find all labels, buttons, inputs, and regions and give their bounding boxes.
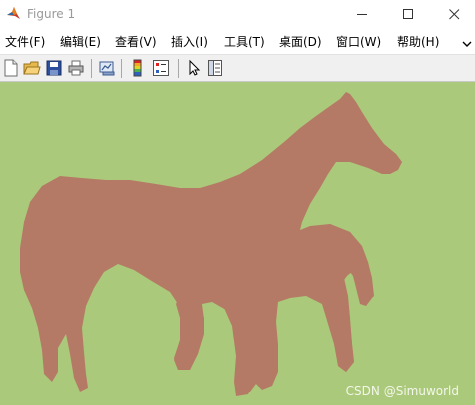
property-inspector-icon[interactable]	[206, 59, 224, 77]
open-file-icon[interactable]	[23, 59, 41, 77]
menu-insert[interactable]: 插入(I)	[171, 34, 208, 50]
menu-window[interactable]: 窗口(W)	[336, 34, 381, 50]
toolbar-separator	[121, 59, 122, 78]
title-bar[interactable]: Figure 1	[0, 0, 475, 28]
link-plot-icon[interactable]	[98, 59, 116, 77]
insert-colorbar-icon[interactable]	[129, 59, 147, 77]
figure-canvas[interactable]: CSDN @Simuworld	[0, 82, 475, 405]
maximize-button[interactable]	[385, 0, 431, 28]
matlab-logo-icon	[6, 6, 21, 21]
toolbar-separator	[178, 59, 179, 78]
close-button[interactable]	[431, 0, 475, 28]
figure-toolbar	[0, 54, 475, 82]
close-icon	[448, 8, 460, 20]
minimize-icon	[356, 9, 368, 20]
new-figure-icon[interactable]	[2, 59, 20, 77]
menu-edit[interactable]: 编辑(E)	[60, 34, 101, 50]
print-icon[interactable]	[67, 59, 85, 77]
menu-tools[interactable]: 工具(T)	[224, 34, 265, 50]
edit-plot-pointer-icon[interactable]	[185, 59, 203, 77]
toolbar-separator	[91, 59, 92, 78]
maximize-icon	[402, 8, 414, 20]
menu-file[interactable]: 文件(F)	[5, 34, 45, 50]
minimize-button[interactable]	[339, 0, 385, 28]
watermark-text: CSDN @Simuworld	[345, 384, 459, 398]
window-title: Figure 1	[27, 7, 76, 21]
figure-window: Figure 1 文件(F) 编辑(E) 查看(V) 插入(I) 工具(T) 桌…	[0, 0, 475, 405]
insert-legend-icon[interactable]	[152, 59, 170, 77]
chevron-overflow-icon[interactable]	[462, 35, 472, 47]
menu-desktop[interactable]: 桌面(D)	[279, 34, 322, 50]
menu-view[interactable]: 查看(V)	[115, 34, 157, 50]
horses-silhouette-image	[20, 92, 402, 396]
save-icon[interactable]	[45, 59, 63, 77]
menu-help[interactable]: 帮助(H)	[397, 34, 439, 50]
menu-bar: 文件(F) 编辑(E) 查看(V) 插入(I) 工具(T) 桌面(D) 窗口(W…	[0, 28, 475, 54]
